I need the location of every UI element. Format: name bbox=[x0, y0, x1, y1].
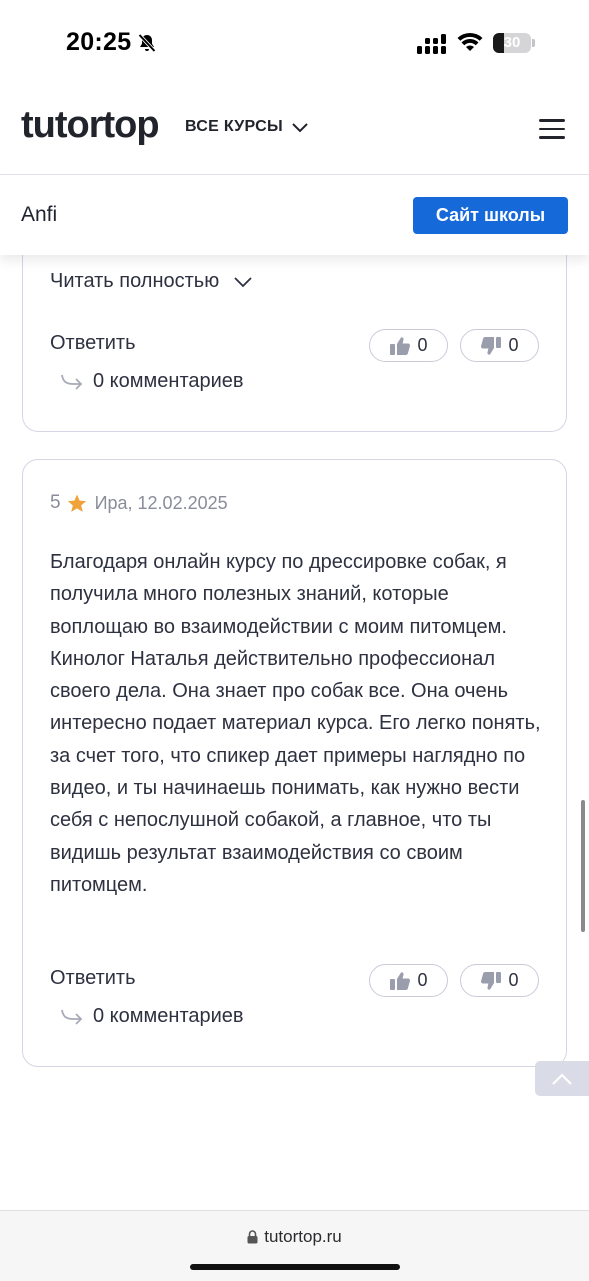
reply-arrow-icon bbox=[61, 374, 83, 390]
comments-count: 0 комментариев bbox=[93, 370, 244, 392]
review-card: 5 Ира, 12.02.2025 Благодаря онлайн курсу… bbox=[22, 459, 567, 1067]
address-bar[interactable]: tutortop.ru bbox=[0, 1227, 589, 1247]
page-scrollbar[interactable] bbox=[581, 800, 585, 932]
like-button[interactable]: 0 bbox=[369, 329, 448, 362]
school-website-button[interactable]: Сайт школы bbox=[413, 197, 568, 234]
reply-link[interactable]: Ответить bbox=[50, 967, 136, 990]
all-courses-label: ВСЕ КУРСЫ bbox=[185, 118, 283, 135]
dislike-count: 0 bbox=[508, 970, 519, 990]
site-header: tutortop ВСЕ КУРСЫ bbox=[0, 88, 589, 175]
school-name: Anfi bbox=[21, 203, 58, 226]
hamburger-menu-icon[interactable] bbox=[539, 119, 565, 139]
bell-muted-icon bbox=[138, 33, 156, 53]
reply-link[interactable]: Ответить bbox=[50, 332, 136, 355]
comments-count: 0 комментариев bbox=[93, 1005, 244, 1027]
site-logo[interactable]: tutortop bbox=[21, 104, 160, 147]
browser-bottom-bar: tutortop.ru bbox=[0, 1210, 589, 1281]
school-bar: Anfi Сайт школы bbox=[0, 175, 589, 255]
thumbs-down-icon bbox=[481, 336, 502, 355]
chevron-down-icon bbox=[234, 276, 252, 287]
read-more-label: Читать полностью bbox=[50, 270, 220, 292]
review-rating: 5 Ира, 12.02.2025 bbox=[50, 492, 228, 514]
cellular-signal-icon bbox=[417, 34, 446, 54]
battery-label: 30 bbox=[503, 34, 521, 51]
home-indicator[interactable] bbox=[190, 1264, 400, 1270]
chevron-down-icon bbox=[292, 123, 308, 133]
like-count: 0 bbox=[417, 970, 428, 990]
thumbs-up-icon bbox=[390, 336, 411, 355]
reply-arrow-icon bbox=[61, 1009, 83, 1025]
status-time: 20:25 bbox=[66, 28, 132, 56]
read-more-toggle[interactable]: Читать полностью bbox=[50, 270, 253, 293]
comments-toggle[interactable]: 0 комментариев bbox=[61, 370, 244, 393]
scroll-to-top-button[interactable] bbox=[535, 1061, 589, 1096]
status-bar: 20:25 30 bbox=[0, 0, 589, 88]
rating-value: 5 bbox=[50, 492, 61, 513]
chevron-up-icon bbox=[552, 1072, 572, 1085]
dislike-count: 0 bbox=[508, 335, 519, 355]
review-author-date: Ира, 12.02.2025 bbox=[94, 492, 228, 513]
dislike-button[interactable]: 0 bbox=[460, 964, 539, 997]
thumbs-down-icon bbox=[481, 971, 502, 990]
url-text: tutortop.ru bbox=[264, 1227, 342, 1246]
dislike-button[interactable]: 0 bbox=[460, 329, 539, 362]
wifi-icon bbox=[457, 32, 483, 51]
review-text: Благодаря онлайн курсу по дрессировке со… bbox=[50, 551, 541, 896]
battery-icon: 30 bbox=[493, 33, 535, 53]
like-button[interactable]: 0 bbox=[369, 964, 448, 997]
like-count: 0 bbox=[417, 335, 428, 355]
comments-toggle[interactable]: 0 комментариев bbox=[61, 1005, 244, 1028]
star-icon bbox=[67, 494, 86, 512]
lock-icon bbox=[247, 1230, 258, 1244]
all-courses-dropdown[interactable]: ВСЕ КУРСЫ bbox=[185, 118, 309, 136]
thumbs-up-icon bbox=[390, 971, 411, 990]
